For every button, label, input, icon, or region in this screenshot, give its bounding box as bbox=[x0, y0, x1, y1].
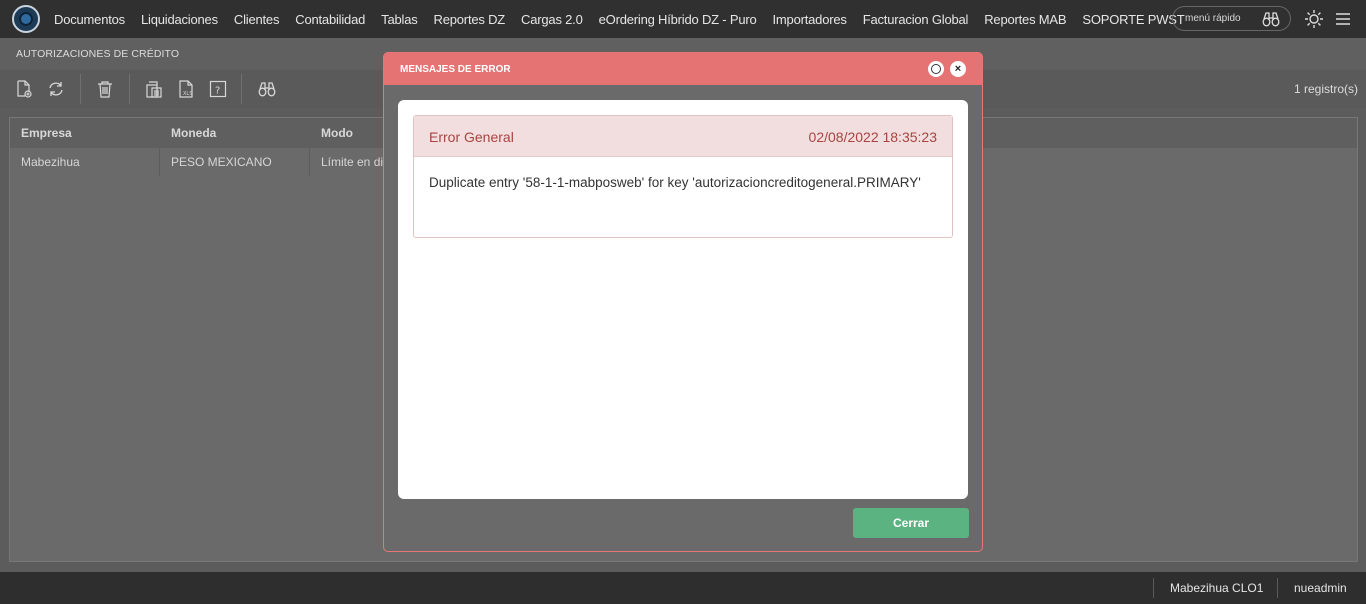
top-navbar: Documentos Liquidaciones Clientes Contab… bbox=[0, 0, 1366, 38]
menu-item-eordering[interactable]: eOrdering Híbrido DZ - Puro bbox=[599, 12, 757, 27]
binoculars-icon[interactable] bbox=[1262, 11, 1280, 32]
quick-menu-placeholder: menú rápido bbox=[1185, 13, 1241, 24]
toolbar-divider bbox=[129, 74, 130, 104]
error-dialog: MENSAJES DE ERROR × Error General 02/08/… bbox=[383, 52, 983, 552]
quick-menu-input[interactable]: menú rápido bbox=[1172, 6, 1291, 31]
toolbar-divider bbox=[80, 74, 81, 104]
close-icon[interactable]: × bbox=[950, 61, 966, 77]
svg-text:?: ? bbox=[215, 86, 220, 97]
hamburger-menu-icon[interactable] bbox=[1335, 9, 1351, 34]
main-menu: Documentos Liquidaciones Clientes Contab… bbox=[54, 12, 1200, 27]
error-message: Duplicate entry '58-1-1-mabposweb' for k… bbox=[429, 175, 921, 190]
refresh-icon[interactable] bbox=[47, 80, 65, 98]
new-document-icon[interactable] bbox=[15, 80, 33, 98]
footer-divider bbox=[1153, 578, 1154, 598]
error-panel: Error General 02/08/2022 18:35:23 Duplic… bbox=[413, 115, 953, 238]
error-timestamp: 02/08/2022 18:35:23 bbox=[808, 129, 937, 145]
menu-item-cargas[interactable]: Cargas 2.0 bbox=[521, 12, 583, 27]
help-icon[interactable]: ? bbox=[209, 80, 227, 98]
app-logo[interactable] bbox=[12, 5, 40, 33]
menu-item-importadores[interactable]: Importadores bbox=[773, 12, 847, 27]
menu-item-facturacion-global[interactable]: Facturacion Global bbox=[863, 12, 969, 27]
status-footer: Mabezihua CLO1 nueadmin bbox=[0, 572, 1366, 604]
menu-item-reportes-mab[interactable]: Reportes MAB bbox=[984, 12, 1066, 27]
cell-moneda: PESO MEXICANO bbox=[160, 148, 310, 176]
menu-item-contabilidad[interactable]: Contabilidad bbox=[295, 12, 365, 27]
menu-item-reportes-dz[interactable]: Reportes DZ bbox=[434, 12, 506, 27]
record-count: 1 registro(s) bbox=[1293, 82, 1358, 96]
toolbar-divider bbox=[241, 74, 242, 104]
binoculars-search-icon[interactable] bbox=[258, 80, 276, 98]
error-panel-header: Error General 02/08/2022 18:35:23 bbox=[414, 116, 952, 157]
menu-item-liquidaciones[interactable]: Liquidaciones bbox=[141, 12, 218, 27]
footer-company[interactable]: Mabezihua CLO1 bbox=[1170, 581, 1263, 595]
delete-trash-icon[interactable] bbox=[96, 80, 114, 98]
menu-item-soporte-pwst[interactable]: SOPORTE PWST bbox=[1082, 12, 1184, 27]
dialog-body: Error General 02/08/2022 18:35:23 Duplic… bbox=[398, 100, 968, 499]
dialog-header[interactable]: MENSAJES DE ERROR × bbox=[384, 53, 982, 85]
theme-sun-icon[interactable] bbox=[1304, 9, 1324, 34]
dialog-title: MENSAJES DE ERROR bbox=[400, 64, 511, 75]
menu-item-documentos[interactable]: Documentos bbox=[54, 12, 125, 27]
export-xls-icon[interactable]: XLS bbox=[177, 80, 195, 98]
page-title: AUTORIZACIONES DE CRÉDITO bbox=[16, 48, 180, 60]
error-type: Error General bbox=[429, 129, 514, 145]
column-header-empresa[interactable]: Empresa bbox=[10, 118, 160, 148]
footer-user[interactable]: nueadmin bbox=[1294, 581, 1347, 595]
svg-text:XLS: XLS bbox=[183, 91, 192, 97]
close-button[interactable]: Cerrar bbox=[853, 508, 969, 538]
menu-item-clientes[interactable]: Clientes bbox=[234, 12, 280, 27]
maximize-icon[interactable] bbox=[928, 61, 944, 77]
menu-item-tablas[interactable]: Tablas bbox=[381, 12, 418, 27]
export-document-icon[interactable] bbox=[145, 80, 163, 98]
column-header-moneda[interactable]: Moneda bbox=[160, 118, 310, 148]
cell-empresa: Mabezihua bbox=[10, 148, 160, 176]
footer-divider bbox=[1277, 578, 1278, 598]
